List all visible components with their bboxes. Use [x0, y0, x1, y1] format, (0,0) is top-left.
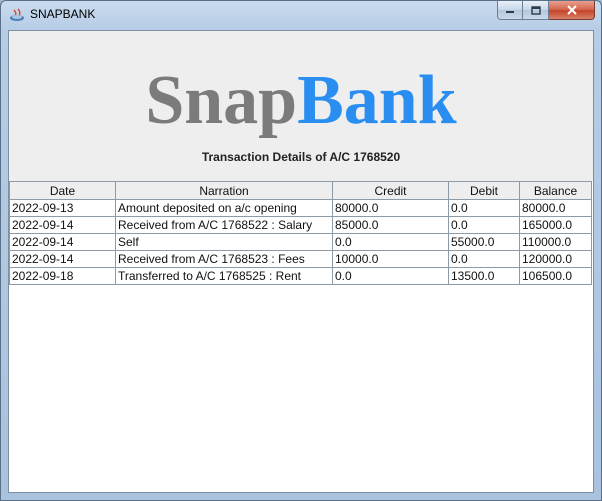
cell-credit[interactable]: 80000.0	[332, 199, 449, 217]
cell-date[interactable]: 2022-09-14	[9, 233, 116, 251]
cell-debit[interactable]: 13500.0	[448, 267, 520, 285]
cell-narration[interactable]: Self	[115, 233, 333, 251]
window-title: SNAPBANK	[30, 7, 96, 21]
cell-narration[interactable]: Amount deposited on a/c opening	[115, 199, 333, 217]
logo-snap-text: Snap	[145, 62, 298, 139]
cell-date[interactable]: 2022-09-18	[9, 267, 116, 285]
page-title: Transaction Details of A/C 1768520	[201, 150, 401, 164]
cell-date[interactable]: 2022-09-14	[9, 250, 116, 268]
close-button[interactable]	[549, 1, 595, 20]
table-row[interactable]: 2022-09-14 Self 0.0 55000.0 110000.0	[9, 233, 592, 251]
cell-narration[interactable]: Transferred to A/C 1768525 : Rent	[115, 267, 333, 285]
cell-credit[interactable]: 10000.0	[332, 250, 449, 268]
cell-credit[interactable]: 0.0	[332, 267, 449, 285]
column-header-narration[interactable]: Narration	[115, 181, 333, 200]
table-row[interactable]: 2022-09-13 Amount deposited on a/c openi…	[9, 199, 592, 217]
minimize-button[interactable]	[497, 1, 523, 20]
cell-balance[interactable]: 120000.0	[519, 250, 592, 268]
cell-balance[interactable]: 110000.0	[519, 233, 592, 251]
column-header-credit[interactable]: Credit	[332, 181, 449, 200]
cell-debit[interactable]: 0.0	[448, 250, 520, 268]
maximize-button[interactable]	[523, 1, 549, 20]
content-pane: SnapBank Transaction Details of A/C 1768…	[8, 30, 594, 493]
logo-bank-text: Bank	[297, 62, 457, 139]
app-window: SNAPBANK SnapBank Transaction Details of…	[0, 0, 602, 501]
title-bar[interactable]: SNAPBANK	[1, 1, 601, 29]
cell-credit[interactable]: 0.0	[332, 233, 449, 251]
cell-balance[interactable]: 106500.0	[519, 267, 592, 285]
cell-date[interactable]: 2022-09-13	[9, 199, 116, 217]
table-row[interactable]: 2022-09-18 Transferred to A/C 1768525 : …	[9, 267, 592, 285]
table-row[interactable]: 2022-09-14 Received from A/C 1768523 : F…	[9, 250, 592, 268]
java-app-icon	[10, 8, 24, 21]
cell-date[interactable]: 2022-09-14	[9, 216, 116, 234]
bank-logo: SnapBank	[9, 61, 593, 141]
cell-balance[interactable]: 165000.0	[519, 216, 592, 234]
cell-narration[interactable]: Received from A/C 1768522 : Salary	[115, 216, 333, 234]
cell-debit[interactable]: 0.0	[448, 216, 520, 234]
transactions-table: Date Narration Credit Debit Balance 2022…	[9, 181, 592, 285]
column-header-balance[interactable]: Balance	[519, 181, 592, 200]
column-header-debit[interactable]: Debit	[448, 181, 520, 200]
minimize-icon	[506, 11, 514, 13]
cell-debit[interactable]: 55000.0	[448, 233, 520, 251]
bank-header: SnapBank Transaction Details of A/C 1768…	[9, 31, 593, 181]
table-row[interactable]: 2022-09-14 Received from A/C 1768522 : S…	[9, 216, 592, 234]
cell-credit[interactable]: 85000.0	[332, 216, 449, 234]
cell-balance[interactable]: 80000.0	[519, 199, 592, 217]
window-controls	[497, 1, 595, 21]
cell-debit[interactable]: 0.0	[448, 199, 520, 217]
close-icon	[566, 5, 577, 15]
table-header-row: Date Narration Credit Debit Balance	[9, 181, 592, 200]
cell-narration[interactable]: Received from A/C 1768523 : Fees	[115, 250, 333, 268]
maximize-icon	[530, 5, 541, 15]
column-header-date[interactable]: Date	[9, 181, 116, 200]
